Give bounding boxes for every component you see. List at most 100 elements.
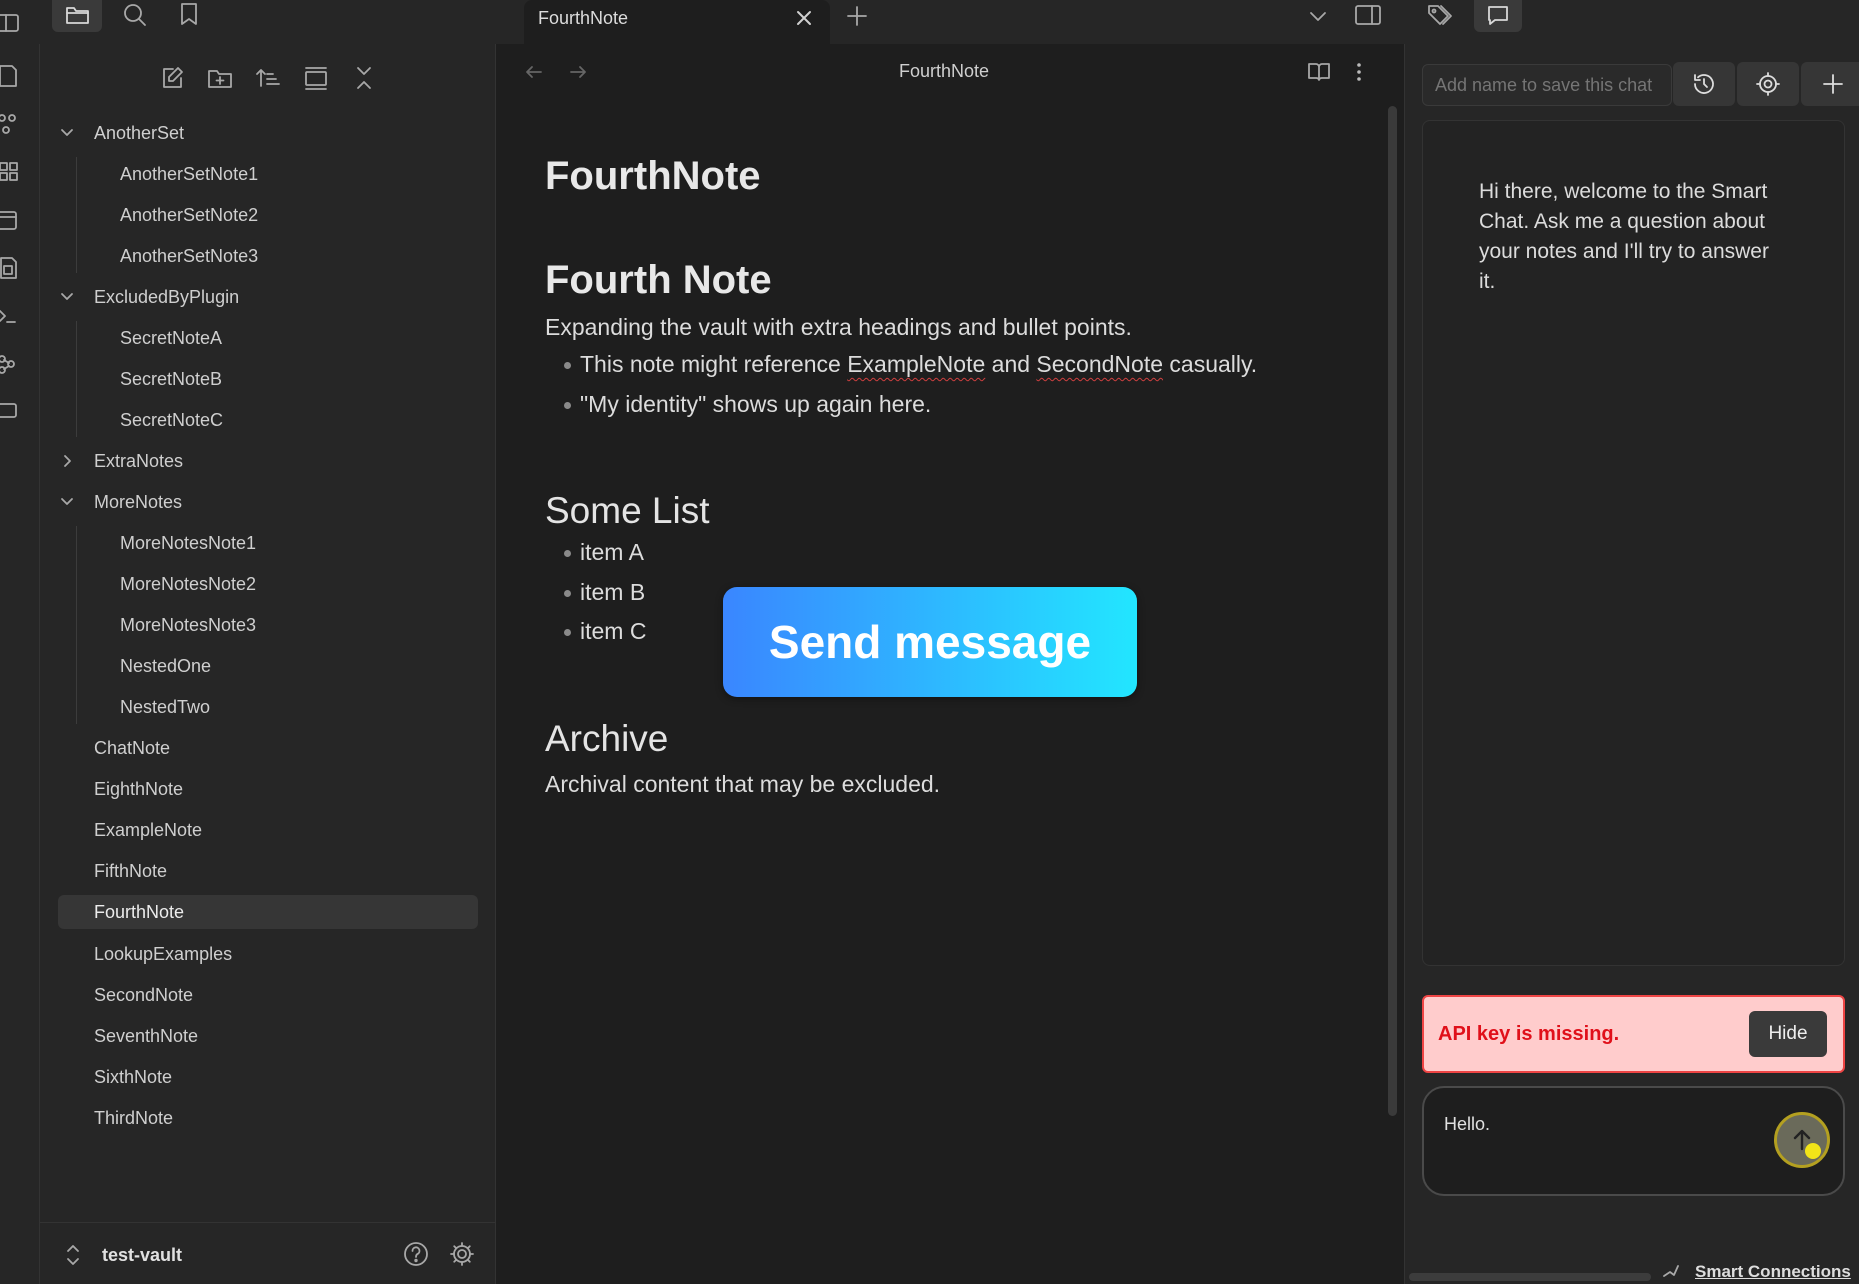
- tree-item-label: AnotherSetNote3: [120, 246, 259, 266]
- tab-fourthnote[interactable]: FourthNote: [524, 0, 830, 44]
- misspelled-word[interactable]: SecondNote: [1036, 351, 1163, 377]
- tree-item-label: ExcludedByPlugin: [94, 287, 240, 307]
- forward-arrow-icon[interactable]: [568, 62, 588, 82]
- folder-item[interactable]: AnotherSet: [58, 116, 478, 150]
- collapse-all-icon[interactable]: [350, 64, 378, 92]
- file-explorer: AnotherSet AnotherSetNote1 AnotherSetNote2…: [40, 44, 496, 1284]
- chat-view-button[interactable]: [1474, 0, 1522, 32]
- folder-item[interactable]: MoreNotes: [58, 485, 478, 519]
- file-item[interactable]: NestedOne: [58, 649, 478, 683]
- sidebar-toggle-icon[interactable]: [0, 12, 22, 34]
- right-sidebar-toggle-icon[interactable]: [1354, 3, 1382, 27]
- new-folder-icon[interactable]: [206, 64, 234, 92]
- close-tab-icon[interactable]: [795, 9, 813, 27]
- new-note-icon[interactable]: [0, 62, 20, 90]
- new-chat-button[interactable]: [1801, 62, 1859, 106]
- panel-icon[interactable]: [0, 396, 20, 424]
- tree-item-label: ExtraNotes: [94, 451, 184, 471]
- more-options-icon[interactable]: [1354, 60, 1364, 84]
- tree-item-label: SecretNoteB: [120, 369, 223, 389]
- vault-switcher-icon[interactable]: [64, 1242, 82, 1268]
- reading-view-book-icon[interactable]: [1306, 60, 1332, 84]
- bullet-dot: [564, 550, 571, 557]
- file-item[interactable]: MoreNotesNote3: [58, 608, 478, 642]
- bookmark-icon[interactable]: [178, 2, 200, 28]
- paragraph: Archival content that may be excluded.: [545, 771, 941, 797]
- view-header-title[interactable]: FourthNote: [899, 61, 989, 82]
- chat-history-button[interactable]: [1673, 62, 1735, 106]
- folder-item[interactable]: ExcludedByPlugin: [58, 280, 478, 314]
- tree-item-label: SecretNoteA: [120, 328, 223, 348]
- calendar-icon[interactable]: [0, 206, 20, 234]
- file-item[interactable]: NestedTwo: [58, 690, 478, 724]
- file-item[interactable]: SixthNote: [58, 1060, 478, 1094]
- tags-icon[interactable]: [1426, 3, 1454, 27]
- title-bar: FourthNote: [0, 0, 1859, 44]
- chevron-down-icon[interactable]: [58, 288, 76, 306]
- file-item[interactable]: AnotherSetNote1: [58, 157, 478, 191]
- back-arrow-icon[interactable]: [524, 62, 544, 82]
- send-message-button[interactable]: Send message: [723, 587, 1137, 697]
- editor-pane: FourthNote FourthNote Fourth Note Expand…: [496, 44, 1404, 1284]
- file-item[interactable]: SecondNote: [58, 978, 478, 1012]
- misspelled-word[interactable]: ExampleNote: [847, 351, 985, 377]
- indent-guide: [76, 321, 77, 437]
- list-item: item C: [580, 618, 647, 644]
- new-note-icon[interactable]: [158, 64, 186, 92]
- file-item[interactable]: SeventhNote: [58, 1019, 478, 1053]
- tree-item-label: NestedOne: [120, 656, 212, 676]
- tree-item-label: ExampleNote: [94, 820, 203, 840]
- hide-button[interactable]: Hide: [1749, 1011, 1827, 1057]
- editor-scrollbar[interactable]: [1388, 106, 1397, 1116]
- smart-connections-icon[interactable]: [0, 350, 20, 378]
- vault-name[interactable]: test-vault: [102, 1245, 182, 1266]
- ribbon: [0, 44, 40, 1284]
- file-item[interactable]: ExampleNote: [58, 813, 478, 847]
- file-item[interactable]: EighthNote: [58, 772, 478, 806]
- file-item[interactable]: ThirdNote: [58, 1101, 478, 1135]
- graph-view-icon[interactable]: [0, 110, 20, 138]
- file-item[interactable]: FifthNote: [58, 854, 478, 888]
- file-item[interactable]: MoreNotesNote1: [58, 526, 478, 560]
- file-item[interactable]: ChatNote: [58, 731, 478, 765]
- chat-input[interactable]: Hello.: [1422, 1086, 1845, 1196]
- files-view-button[interactable]: [52, 0, 102, 32]
- tree-item-label: SixthNote: [94, 1067, 173, 1087]
- command-palette-icon[interactable]: [0, 302, 20, 330]
- chat-settings-button[interactable]: [1737, 62, 1799, 106]
- new-tab-icon[interactable]: [846, 5, 868, 27]
- file-item[interactable]: SecretNoteB: [58, 362, 478, 396]
- send-button[interactable]: [1774, 1112, 1830, 1168]
- text: and: [985, 351, 1037, 377]
- templates-icon[interactable]: [0, 254, 20, 282]
- sort-icon[interactable]: [254, 64, 282, 92]
- send-message-label: Send message: [768, 616, 1092, 668]
- cursor-dot: [1805, 1143, 1821, 1159]
- auto-reveal-icon[interactable]: [302, 64, 330, 92]
- chevron-right-icon[interactable]: [58, 452, 76, 470]
- folder-item[interactable]: ExtraNotes: [58, 444, 478, 478]
- tree-item-label: MoreNotesNote2: [120, 574, 257, 594]
- tree-item-label: MoreNotesNote1: [120, 533, 257, 553]
- file-item[interactable]: MoreNotesNote2: [58, 567, 478, 601]
- chevron-down-icon[interactable]: [58, 493, 76, 511]
- smart-connections-link[interactable]: Smart Connections: [1695, 1262, 1851, 1282]
- file-item[interactable]: LookupExamples: [58, 937, 478, 971]
- tab-list-chevron-down-icon[interactable]: [1308, 6, 1328, 26]
- error-text: API key is missing.: [1438, 1023, 1620, 1045]
- tree-item-label: FifthNote: [94, 861, 168, 881]
- inline-title[interactable]: FourthNote: [545, 154, 761, 199]
- chevron-down-icon[interactable]: [58, 124, 76, 142]
- file-item[interactable]: SecretNoteC: [58, 403, 478, 437]
- file-item[interactable]: AnotherSetNote2: [58, 198, 478, 232]
- help-icon[interactable]: [402, 1240, 430, 1268]
- settings-gear-icon[interactable]: [448, 1240, 476, 1268]
- file-item[interactable]: AnotherSetNote3: [58, 239, 478, 273]
- list-item: item A: [580, 539, 644, 565]
- file-item[interactable]: FourthNote: [58, 895, 478, 929]
- file-item[interactable]: SecretNoteA: [58, 321, 478, 355]
- search-icon[interactable]: [122, 2, 148, 28]
- chat-name-input[interactable]: [1422, 64, 1672, 106]
- panel-scrollbar[interactable]: [1409, 1273, 1651, 1281]
- canvas-icon[interactable]: [0, 158, 20, 186]
